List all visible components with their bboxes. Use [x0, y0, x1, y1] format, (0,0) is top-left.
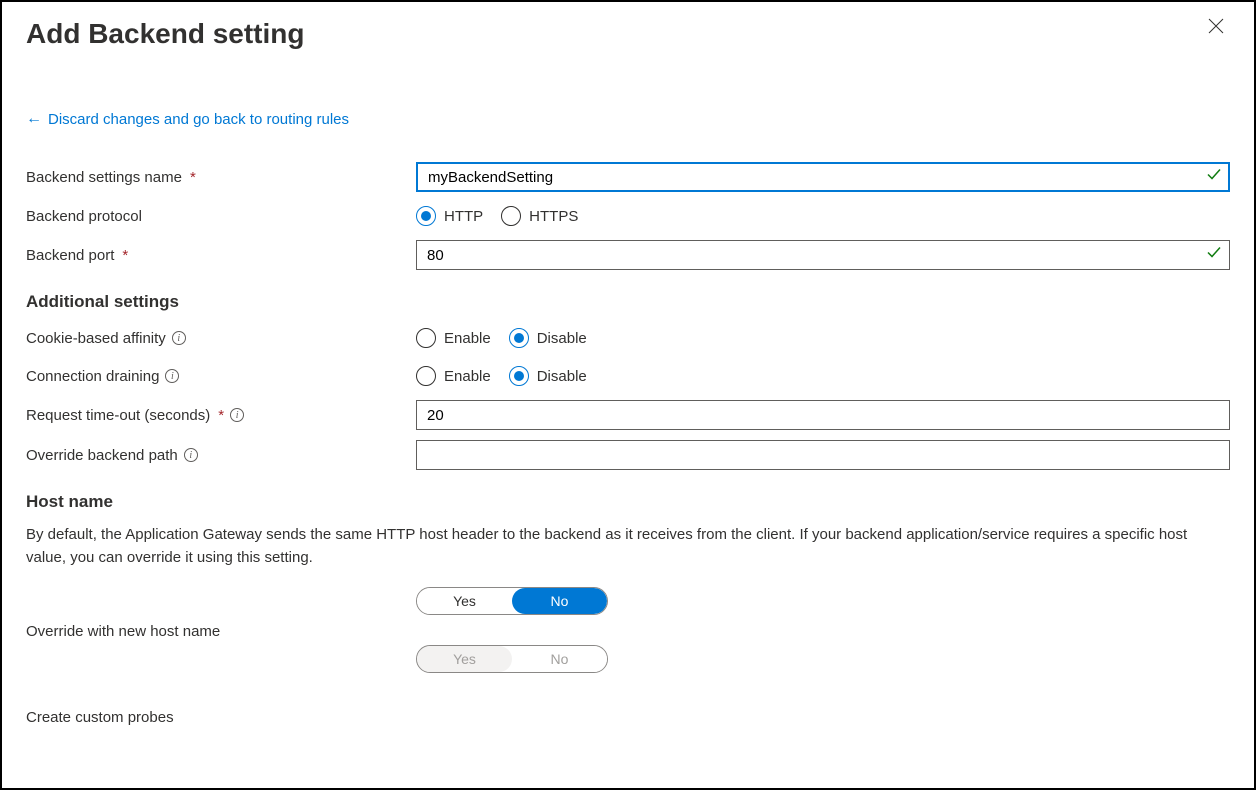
close-icon: [1208, 17, 1224, 39]
label-create-custom-probes: Create custom probes: [26, 709, 416, 726]
cookie-affinity-disable-radio[interactable]: Disable: [509, 328, 587, 348]
backend-settings-name-input[interactable]: [416, 162, 1230, 192]
close-button[interactable]: [1202, 12, 1230, 44]
form: Backend settings name* Backend protocol: [26, 162, 1230, 731]
row-backend-protocol: Backend protocol HTTP HTTPS: [26, 202, 1230, 230]
request-timeout-input[interactable]: [416, 400, 1230, 430]
connection-draining-disable-radio[interactable]: Disable: [509, 366, 587, 386]
protocol-http-radio[interactable]: HTTP: [416, 206, 483, 226]
label-connection-draining: Connection draining i: [26, 368, 416, 385]
row-create-custom-probes: Create custom probes: [26, 703, 1230, 731]
info-icon[interactable]: i: [172, 331, 186, 345]
override-host-name-yes[interactable]: Yes: [417, 588, 512, 614]
label-cookie-affinity: Cookie-based affinity i: [26, 330, 416, 347]
label-override-backend-path: Override backend path i: [26, 447, 416, 464]
backend-port-input[interactable]: [416, 240, 1230, 270]
arrow-left-icon: ←: [26, 110, 42, 128]
label-override-new-host-name: Override with new host name: [26, 587, 416, 640]
host-name-description: By default, the Application Gateway send…: [26, 524, 1230, 569]
info-icon[interactable]: i: [184, 448, 198, 462]
row-backend-port: Backend port*: [26, 240, 1230, 270]
override-host-name-toggle[interactable]: Yes No: [416, 587, 608, 615]
create-custom-probes-toggle: Yes No: [416, 645, 608, 673]
row-cookie-affinity: Cookie-based affinity i Enable Disable: [26, 324, 1230, 352]
row-override-new-host-name: Override with new host name Yes No Yes N…: [26, 587, 1230, 673]
connection-draining-enable-radio[interactable]: Enable: [416, 366, 491, 386]
additional-settings-heading: Additional settings: [26, 292, 1230, 312]
required-indicator: *: [122, 247, 128, 264]
label-backend-protocol: Backend protocol: [26, 208, 416, 225]
override-host-name-no[interactable]: No: [512, 588, 607, 614]
add-backend-setting-panel: Add Backend setting ← Discard changes an…: [0, 0, 1256, 790]
discard-back-link-text: Discard changes and go back to routing r…: [48, 111, 349, 128]
row-override-backend-path: Override backend path i: [26, 440, 1230, 470]
cookie-affinity-enable-radio[interactable]: Enable: [416, 328, 491, 348]
discard-back-link[interactable]: ← Discard changes and go back to routing…: [26, 110, 349, 128]
info-icon[interactable]: i: [165, 369, 179, 383]
backend-protocol-radio-group: HTTP HTTPS: [416, 206, 1230, 226]
override-backend-path-input[interactable]: [416, 440, 1230, 470]
create-custom-probes-no: No: [512, 646, 607, 672]
label-backend-settings-name: Backend settings name*: [26, 169, 416, 186]
required-indicator: *: [190, 169, 196, 186]
protocol-https-radio[interactable]: HTTPS: [501, 206, 578, 226]
row-request-timeout: Request time-out (seconds)* i: [26, 400, 1230, 430]
row-backend-settings-name: Backend settings name*: [26, 162, 1230, 192]
row-connection-draining: Connection draining i Enable Disable: [26, 362, 1230, 390]
create-custom-probes-yes: Yes: [417, 646, 512, 672]
panel-header: Add Backend setting: [26, 12, 1230, 50]
panel-title: Add Backend setting: [26, 18, 304, 50]
label-request-timeout: Request time-out (seconds)* i: [26, 407, 416, 424]
info-icon[interactable]: i: [230, 408, 244, 422]
cookie-affinity-radio-group: Enable Disable: [416, 328, 1230, 348]
host-name-heading: Host name: [26, 492, 1230, 512]
connection-draining-radio-group: Enable Disable: [416, 366, 1230, 386]
label-backend-port: Backend port*: [26, 247, 416, 264]
required-indicator: *: [218, 407, 224, 424]
